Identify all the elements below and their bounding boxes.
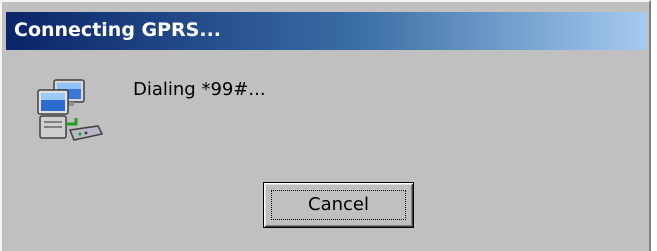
dialing-status-text: Dialing *99#...	[133, 79, 266, 100]
window-title: Connecting GPRS...	[14, 19, 222, 41]
cancel-button[interactable]: Cancel	[263, 182, 414, 228]
title-bar[interactable]: Connecting GPRS...	[6, 12, 647, 50]
connecting-dialog: Connecting GPRS... Dialing *99#... Cance…	[0, 0, 651, 251]
cancel-button-label: Cancel	[308, 194, 369, 215]
network-connection-icon	[32, 78, 104, 144]
